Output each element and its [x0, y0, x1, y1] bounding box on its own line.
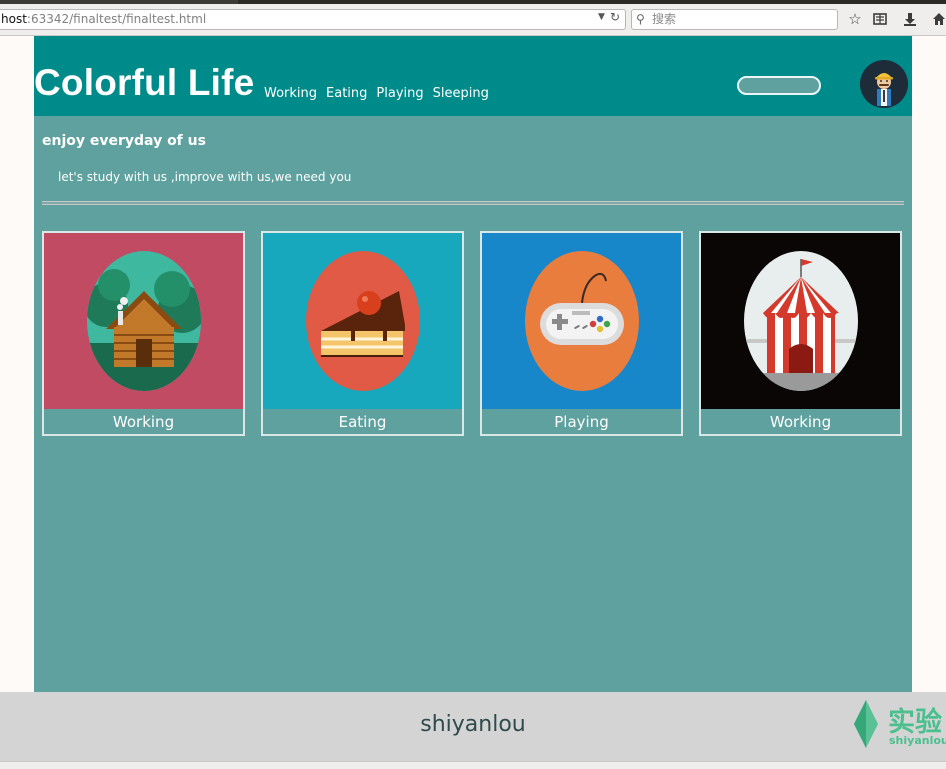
intro-title: enjoy everyday of us — [42, 133, 206, 149]
window-titlebar — [0, 0, 946, 4]
reload-icon[interactable]: ↻ — [610, 10, 620, 24]
leaf-logo-icon — [854, 700, 878, 748]
site-search-input[interactable] — [737, 76, 821, 95]
tab-strip — [238, 0, 946, 4]
site-footer: shiyanlou 实验 shiyanlou — [0, 692, 946, 761]
card-art — [701, 233, 900, 409]
site-logo[interactable]: Colorful Life — [34, 62, 254, 104]
card-label: Working — [769, 413, 832, 431]
intro-subtitle: let's study with us ,improve with us,we … — [58, 170, 352, 184]
browser-toolbar: host:63342/finaltest/finaltest.html ▼ ↻ … — [0, 0, 946, 36]
browser-search-input[interactable]: ⚲ 搜索 — [631, 9, 838, 30]
browser-status-bar — [0, 761, 946, 769]
nav-item-working[interactable]: Working — [264, 86, 317, 101]
main-nav: Working Eating Playing Sleeping — [264, 86, 489, 101]
card-art — [482, 233, 681, 409]
home-icon[interactable] — [928, 8, 946, 30]
nav-item-playing[interactable]: Playing — [376, 86, 423, 101]
star-icon[interactable]: ☆ — [844, 8, 866, 30]
url-path: :63342/finaltest/finaltest.html — [26, 12, 207, 26]
card-label: Playing — [554, 413, 609, 431]
card-art — [263, 233, 462, 409]
nav-item-eating[interactable]: Eating — [326, 86, 367, 101]
download-icon[interactable] — [899, 8, 921, 30]
cake-icon — [263, 233, 462, 409]
url-host: host — [1, 12, 27, 26]
worker-avatar-icon — [860, 60, 908, 108]
reading-list-icon[interactable] — [869, 8, 891, 30]
search-icon: ⚲ — [636, 12, 645, 26]
site-header: Colorful Life Working Eating Playing Sle… — [34, 36, 912, 116]
shiyanlou-logo: 实验 shiyanlou — [846, 696, 946, 756]
log-cabin-icon — [44, 233, 243, 409]
page-container: Colorful Life Working Eating Playing Sle… — [34, 36, 912, 692]
footer-text: shiyanlou — [420, 712, 526, 737]
logo-en-text: shiyanlou — [889, 734, 946, 747]
browser-search-placeholder: 搜索 — [652, 12, 677, 26]
avatar[interactable] — [860, 60, 908, 108]
card-label: Eating — [338, 413, 387, 431]
url-history-dropdown-icon[interactable]: ▼ — [598, 12, 605, 22]
card-working-circus[interactable]: Working — [699, 231, 902, 436]
circus-tent-icon — [701, 233, 900, 409]
gamepad-icon — [482, 233, 681, 409]
card-working[interactable]: Working — [42, 231, 245, 436]
nav-item-sleeping[interactable]: Sleeping — [433, 86, 489, 101]
card-eating[interactable]: Eating — [261, 231, 464, 436]
card-label: Working — [112, 413, 175, 431]
card-art — [44, 233, 243, 409]
card-playing[interactable]: Playing — [480, 231, 683, 436]
section-divider — [42, 201, 904, 205]
url-bar[interactable]: host:63342/finaltest/finaltest.html — [0, 9, 626, 30]
